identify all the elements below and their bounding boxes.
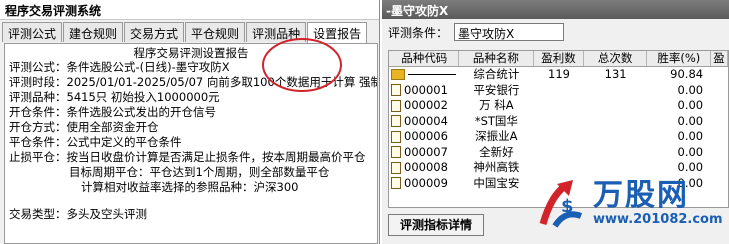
win-rate: 0.00 [677,98,704,112]
tab-bar: 评测公式 建仓规则 交易方式 平仓规则 评测品种 设置报告 [2,22,368,43]
report-line-period: 评测时段：2025/01/01-2025/05/07 向前多取100个数据用于计… [9,75,378,89]
table-row[interactable]: 000001 平安银行 0.00 [389,83,728,99]
table-row[interactable]: 000004 *ST国华 0.00 [389,114,728,130]
summary-code-cell [389,67,459,83]
watermark-logo: $ [535,176,589,230]
code-cell: 000001 [389,83,459,99]
tab-trade-method[interactable]: 交易方式 [124,22,185,42]
total-cell [584,98,648,114]
profit-cell [534,83,584,99]
stock-name: 平安银行 [473,82,520,97]
total-cell [584,145,648,161]
stock-name: 中国宝安 [473,175,520,190]
summary-row[interactable]: 综合统计 119 131 90.84 [389,67,728,83]
report-line-stop-loss: 止损平仓：按当日收盘价计算是否满足止损条件，按本周期最高价平仓 [9,150,366,164]
detail-indicators-button[interactable]: 评测指标详情 [388,214,484,236]
win-rate: 0.00 [677,129,704,143]
code-cell: 000006 [389,129,459,145]
report-line-instruments: 评测品种：5415只 初始投入1000000元 [9,90,220,104]
watermark: $ 万股网 www.201082.com [535,176,723,230]
profit-cell [534,160,584,176]
win-rate: 0.00 [677,82,704,97]
profit-cell [534,114,584,130]
stock-name: 万 科A [479,98,514,112]
profit-cell [534,145,584,161]
report-line-close-condition: 平仓条件：公式中定义的平仓条件 [9,135,182,149]
stock-code: 000004 [404,113,448,128]
col-win-rate[interactable]: 胜率(%) [647,51,712,66]
profit-cell [534,129,584,145]
document-icon [391,84,401,97]
total-cell [584,160,648,176]
tab-close-rule[interactable]: 平仓规则 [185,22,246,42]
report-line-open-method: 开仓方式：使用全部资金开仓 [9,120,159,134]
result-window-title: -墨守攻防X [382,0,729,19]
stock-code: 000007 [404,144,448,159]
tab-open-rule[interactable]: 建仓规则 [63,22,124,42]
svg-text:$: $ [561,196,574,217]
document-icon [391,115,401,128]
total-cell [584,83,648,99]
stock-name: 深振业A [475,129,518,143]
col-profit[interactable]: 盈利数 [534,51,584,66]
report-panel: 程序交易评测设置报告 评测公式：条件选股公式-(日线)-墨守攻防X 评测时段：2… [4,43,378,244]
total-cell [584,114,648,130]
document-icon [391,161,401,174]
code-cell: 000009 [389,176,459,192]
report-line-open-condition: 开仓条件：条件选股公式发出的开仓信号 [9,105,216,119]
win-rate: 0.00 [677,160,704,174]
watermark-url: www.201082.com [593,212,723,227]
stock-name: *ST国华 [474,113,518,128]
evaluation-system-window: 程序交易评测系统 评测公式 建仓规则 交易方式 平仓规则 评测品种 设置报告 程… [0,0,380,244]
stock-code: 000002 [404,98,448,113]
code-cell: 000007 [389,145,459,161]
stock-code: 000006 [404,129,448,144]
summary-win-rate: 90.84 [670,67,704,81]
code-cell: 000008 [389,160,459,176]
report-line-trade-type: 交易类型：多头及空头评测 [9,207,147,221]
document-icon [391,177,401,190]
table-body: 000001 平安银行 0.00 000002 万 科A 0.00 000004 *ST国华 0… [389,83,728,192]
win-rate: 0.00 [677,144,704,159]
win-rate: 0.00 [677,113,704,128]
report-title: 程序交易评测设置报告 [133,46,249,60]
stock-code: 000001 [404,82,448,97]
table-row[interactable]: 000006 深振业A 0.00 [389,129,728,145]
report-line-target-period: 目标周期平仓：平仓达到1个周期，则全部数量平仓 [69,165,330,179]
col-extra[interactable]: 盈 [711,51,728,66]
stock-code: 000008 [404,160,448,175]
report-line-formula: 评测公式：条件选股公式-(日线)-墨守攻防X [9,60,230,74]
tab-settings-report[interactable]: 设置报告 [307,22,368,43]
condition-row: 评测条件： 墨守攻防X [388,22,565,42]
stock-code: 000009 [404,175,448,190]
folder-icon [391,69,405,81]
total-cell [584,129,648,145]
code-cell: 000004 [389,114,459,130]
stock-name: 神州高铁 [473,160,520,174]
stock-name: 全新好 [479,144,514,159]
col-total[interactable]: 总次数 [584,51,648,66]
document-icon [391,130,401,143]
summary-dash [408,74,456,76]
summary-total: 131 [604,67,627,81]
table-row[interactable]: 000007 全新好 0.00 [389,145,728,161]
table-header: 品种代码 品种名称 盈利数 总次数 胜率(%) 盈 [389,51,728,67]
condition-select[interactable]: 墨守攻防X [454,23,565,41]
profit-cell [534,98,584,114]
tab-instruments[interactable]: 评测品种 [246,22,307,42]
col-name[interactable]: 品种名称 [459,51,535,66]
window-title: 程序交易评测系统 [0,0,379,20]
table-row[interactable]: 000008 神州高铁 0.00 [389,160,728,176]
document-icon [391,99,401,112]
code-cell: 000002 [389,98,459,114]
document-icon [391,146,401,159]
watermark-title: 万股网 [593,178,689,213]
col-code[interactable]: 品种代码 [389,51,459,66]
condition-label: 评测条件： [388,25,449,40]
summary-name: 综合统计 [473,67,520,81]
summary-profit: 119 [548,67,570,81]
report-line-benchmark: 计算相对收益率选择的参照品种：沪深300 [81,180,299,194]
tab-formula[interactable]: 评测公式 [2,22,63,42]
table-row[interactable]: 000002 万 科A 0.00 [389,98,728,114]
